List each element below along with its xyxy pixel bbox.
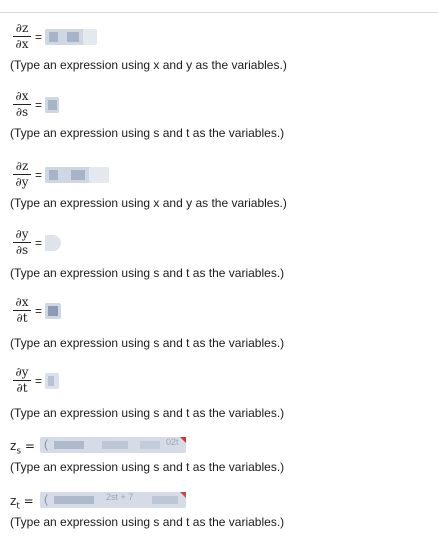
variable-subscript: t [16, 501, 20, 512]
derivative-fraction: ∂x ∂t [12, 296, 32, 325]
fraction-numerator: ∂y [15, 227, 29, 241]
answer-field-z-s[interactable]: ( 02t [40, 437, 186, 453]
answer-glyph [102, 441, 128, 449]
answer-field-dx-ds[interactable] [45, 97, 59, 113]
input-hint: (Type an expression using s and t as the… [10, 336, 285, 350]
answer-tail: 2st + 7 [106, 492, 134, 502]
answer-glyph [49, 170, 58, 180]
answer-glyph [152, 496, 178, 504]
equals-sign: = [35, 374, 43, 388]
derivative-fraction: ∂y ∂s [12, 228, 32, 257]
equals-sign: = [35, 168, 43, 182]
fraction-numerator: ∂x [15, 89, 29, 103]
answer-field-dy-ds[interactable] [45, 235, 61, 251]
answer-glyph [48, 376, 54, 386]
fraction-denominator: ∂x [15, 37, 29, 51]
equals-sign: = [35, 304, 43, 318]
derivative-fraction: ∂y ∂t [12, 366, 32, 395]
fraction-numerator: ∂z [15, 21, 29, 35]
z-s-label: zs = [10, 439, 35, 456]
equals-sign: = [23, 494, 34, 508]
answer-glyph [71, 170, 85, 180]
answer-glyph [140, 441, 160, 449]
fraction-denominator: ∂y [15, 175, 29, 189]
answer-glyph [54, 496, 94, 504]
equals-sign: = [35, 236, 43, 250]
fraction-denominator: ∂s [15, 105, 29, 119]
input-hint: (Type an expression using s and t as the… [10, 266, 285, 280]
input-hint: (Type an expression using s and t as the… [10, 406, 285, 420]
answer-tail: 02t [166, 437, 179, 447]
fraction-numerator: ∂x [15, 295, 29, 309]
fraction-denominator: ∂s [15, 243, 29, 257]
derivative-fraction: ∂x ∂s [12, 90, 32, 119]
answer-field-dz-dy[interactable] [45, 167, 109, 183]
answer-glyph [48, 306, 58, 316]
answer-tail [89, 167, 109, 183]
z-t-label: zt = [10, 494, 34, 511]
answer-field-dx-dt[interactable] [45, 303, 61, 319]
variable-subscript: s [16, 446, 22, 457]
fraction-numerator: ∂z [15, 159, 29, 173]
equals-sign: = [24, 439, 35, 453]
answer-field-dy-dt[interactable] [45, 373, 59, 389]
answer-glyph [54, 441, 84, 449]
error-flag-icon [180, 492, 186, 498]
answer-glyph [48, 100, 57, 110]
error-flag-icon [180, 437, 186, 443]
input-hint: (Type an expression using s and t as the… [10, 460, 285, 474]
fraction-denominator: ∂t [16, 381, 28, 395]
answer-tail [83, 29, 97, 45]
fraction-denominator: ∂t [16, 311, 28, 325]
equals-sign: = [35, 98, 43, 112]
top-divider [0, 12, 438, 13]
derivative-fraction: ∂z ∂x [12, 22, 32, 51]
input-hint: (Type an expression using x and y as the… [10, 196, 287, 210]
input-hint: (Type an expression using x and y as the… [10, 58, 287, 72]
derivative-fraction: ∂z ∂y [12, 160, 32, 189]
fraction-numerator: ∂y [15, 365, 29, 379]
input-hint: (Type an expression using s and t as the… [10, 126, 285, 140]
answer-field-dz-dx[interactable] [45, 29, 97, 45]
open-paren: ( [44, 437, 48, 451]
answer-field-z-t[interactable]: ( 2st + 7 [40, 492, 186, 508]
input-hint: (Type an expression using s and t as the… [10, 515, 285, 529]
answer-glyph [49, 32, 58, 42]
equals-sign: = [35, 30, 43, 44]
answer-glyph [67, 32, 79, 42]
open-paren: ( [44, 492, 48, 506]
